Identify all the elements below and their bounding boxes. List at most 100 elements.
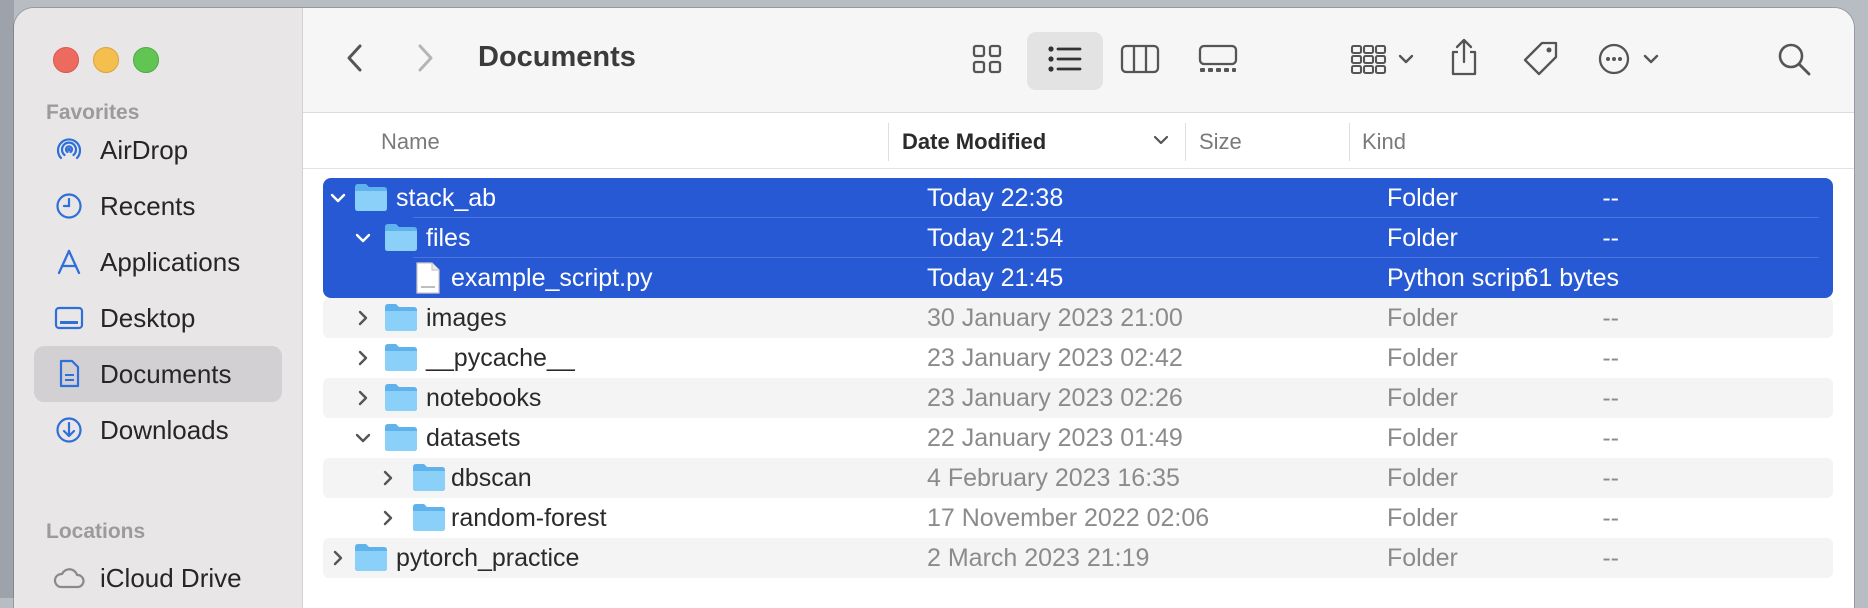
group-icon [1350, 43, 1416, 80]
table-row[interactable]: images 30 January 2023 21:00 -- Folder [323, 298, 1833, 338]
tag-icon [1522, 40, 1560, 83]
disclosure-collapsed-icon[interactable] [325, 544, 351, 572]
disclosure-collapsed-icon[interactable] [375, 504, 401, 532]
share-icon [1447, 37, 1481, 82]
folder-icon [383, 381, 419, 415]
search-button[interactable] [1771, 38, 1817, 84]
file-size: -- [1602, 224, 1619, 252]
file-size: -- [1602, 504, 1619, 532]
disclosure-collapsed-icon[interactable] [350, 344, 376, 372]
column-divider[interactable] [1349, 123, 1350, 161]
file-name: dbscan [451, 464, 532, 492]
file-size: -- [1602, 384, 1619, 412]
sidebar-item-label: Applications [100, 246, 241, 277]
icon-view-button[interactable] [964, 38, 1010, 84]
file-size: -- [1602, 344, 1619, 372]
table-row[interactable]: datasets 22 January 2023 01:49 -- Folder [323, 418, 1833, 458]
column-divider[interactable] [1185, 123, 1186, 161]
list-view-button[interactable] [1027, 32, 1103, 90]
disclosure-collapsed-icon[interactable] [350, 304, 376, 332]
column-size[interactable]: Size [1199, 129, 1242, 155]
sidebar-item-applications[interactable]: Applications [34, 234, 282, 290]
file-size: -- [1602, 464, 1619, 492]
folder-icon [353, 181, 389, 215]
sidebar-item-label: iCloud Drive [100, 562, 242, 593]
column-name[interactable]: Name [381, 129, 440, 155]
airdrop-icon [52, 133, 86, 167]
clock-icon [52, 189, 86, 223]
table-row[interactable]: example_script.py Today 21:45 61 bytes P… [323, 258, 1833, 298]
share-button[interactable] [1441, 34, 1487, 84]
applications-icon [52, 245, 86, 279]
back-button[interactable] [337, 40, 373, 80]
toolbar: Documents [303, 8, 1854, 113]
file-kind: Folder [1387, 464, 1458, 492]
table-row[interactable]: dbscan 4 February 2023 16:35 -- Folder [323, 458, 1833, 498]
sidebar-item-airdrop[interactable]: AirDrop [34, 122, 282, 178]
column-header: Name Date Modified Size Kind [303, 113, 1854, 169]
more-actions-button[interactable] [1593, 38, 1667, 84]
disclosure-collapsed-icon[interactable] [375, 464, 401, 492]
table-row[interactable]: stack_ab Today 22:38 -- Folder [323, 178, 1833, 218]
file-size: -- [1602, 544, 1619, 572]
grid-view-icon [971, 43, 1003, 80]
sort-chevron-icon [1152, 131, 1170, 154]
sidebar-item-label: Documents [100, 358, 232, 389]
sidebar-item-desktop[interactable]: Desktop [34, 290, 282, 346]
folder-icon [383, 221, 419, 255]
python-file-icon [415, 261, 441, 295]
minimize-window-button[interactable] [93, 47, 119, 73]
date-modified: 4 February 2023 16:35 [927, 464, 1180, 492]
table-row[interactable]: random-forest 17 November 2022 02:06 -- … [323, 498, 1833, 538]
date-modified: 23 January 2023 02:42 [927, 344, 1183, 372]
file-name: __pycache__ [426, 344, 575, 372]
file-size: -- [1602, 304, 1619, 332]
table-row[interactable]: files Today 21:54 -- Folder [323, 218, 1833, 258]
more-actions-icon [1597, 42, 1663, 81]
file-kind: Folder [1387, 504, 1458, 532]
disclosure-collapsed-icon[interactable] [350, 384, 376, 412]
column-view-icon [1120, 43, 1160, 80]
column-date-modified[interactable]: Date Modified [902, 129, 1046, 155]
folder-icon [353, 541, 389, 575]
table-row[interactable]: pytorch_practice 2 March 2023 21:19 -- F… [323, 538, 1833, 578]
file-size: -- [1602, 184, 1619, 212]
close-window-button[interactable] [53, 47, 79, 73]
zoom-window-button[interactable] [133, 47, 159, 73]
locations-heading: Locations [46, 520, 146, 543]
gallery-view-icon [1198, 43, 1238, 80]
table-row[interactable]: notebooks 23 January 2023 02:26 -- Folde… [323, 378, 1833, 418]
date-modified: Today 21:45 [927, 264, 1064, 292]
forward-button[interactable] [407, 40, 443, 80]
table-row[interactable]: __pycache__ 23 January 2023 02:42 -- Fol… [323, 338, 1833, 378]
column-view-button[interactable] [1117, 38, 1163, 84]
file-kind: Folder [1387, 224, 1458, 252]
group-button[interactable] [1345, 38, 1421, 84]
window-title: Documents [478, 41, 636, 73]
file-kind: Python script [1387, 264, 1532, 292]
date-modified: Today 22:38 [927, 184, 1064, 212]
column-divider[interactable] [888, 123, 889, 161]
back-icon [345, 42, 365, 79]
disclosure-expanded-icon[interactable] [325, 184, 351, 212]
desktop-icon [52, 301, 86, 335]
file-name: random-forest [451, 504, 607, 532]
gallery-view-button[interactable] [1192, 38, 1244, 84]
forward-icon [415, 42, 435, 79]
sidebar-item-label: Recents [100, 190, 196, 221]
folder-icon [383, 421, 419, 455]
cloud-icon [52, 561, 86, 595]
sidebar-item-documents[interactable]: Documents [34, 346, 282, 402]
file-size: 61 bytes [1524, 264, 1619, 292]
folder-icon [411, 501, 447, 535]
tag-button[interactable] [1518, 38, 1564, 84]
sidebar-item-downloads[interactable]: Downloads [34, 402, 282, 458]
column-kind[interactable]: Kind [1362, 129, 1406, 155]
disclosure-expanded-icon[interactable] [350, 224, 376, 252]
date-modified: Today 21:54 [927, 224, 1064, 252]
sidebar-item-label: Desktop [100, 302, 196, 333]
file-name: example_script.py [451, 264, 653, 292]
file-kind: Folder [1387, 304, 1458, 332]
disclosure-expanded-icon[interactable] [350, 424, 376, 452]
sidebar-item-recents[interactable]: Recents [34, 178, 282, 234]
